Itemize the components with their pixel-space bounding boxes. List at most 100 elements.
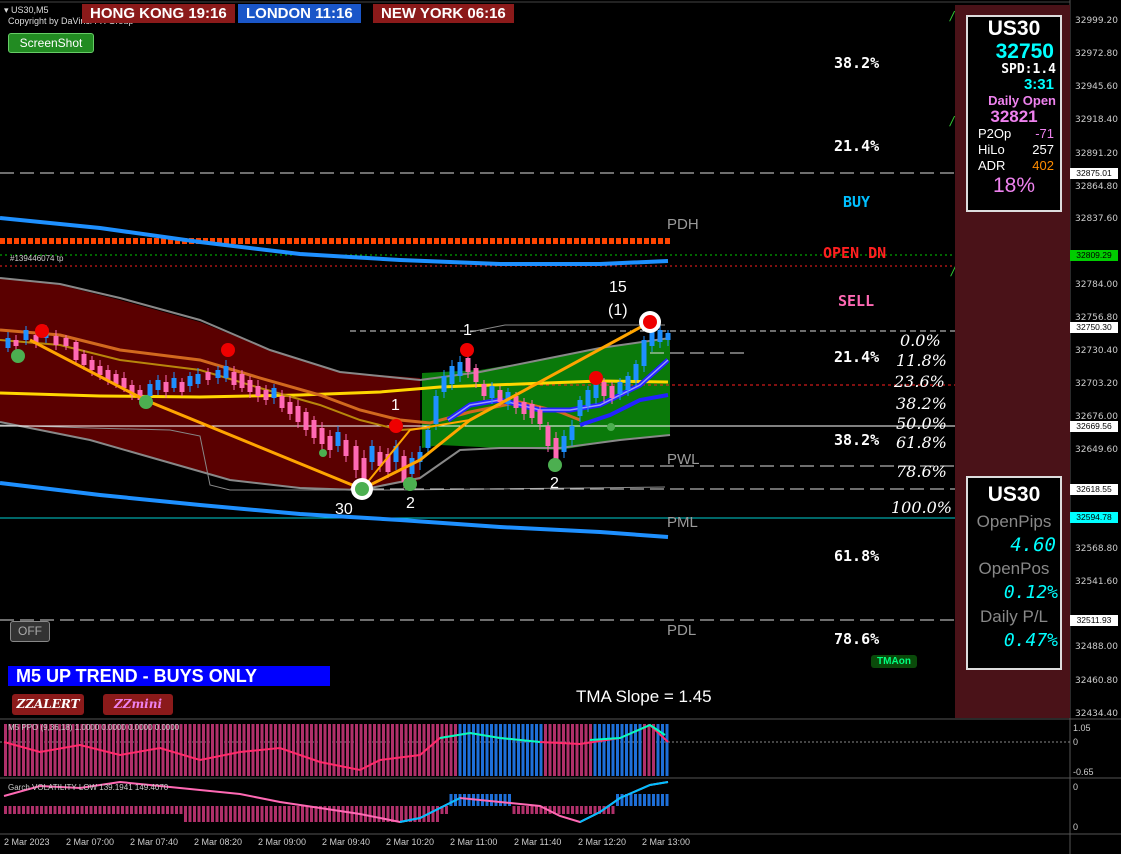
ppo-bar xyxy=(319,724,322,776)
fib-label: 11.8% xyxy=(896,351,947,370)
pdh-label: PDH xyxy=(667,216,699,233)
price-tick: 32750.30 xyxy=(1070,322,1118,333)
garch-bar xyxy=(373,806,376,822)
tma-slope-text: TMA Slope = 1.45 xyxy=(576,687,712,706)
ppo-bar xyxy=(400,724,403,776)
garch-bar xyxy=(238,806,241,822)
screenshot-button[interactable]: ScreenShot xyxy=(8,33,94,53)
garch-bar xyxy=(494,794,498,806)
garch-bar xyxy=(229,806,232,822)
garch-bar xyxy=(526,806,529,814)
garch-bar xyxy=(157,806,160,814)
pl-panel: US30 OpenPips 4.60 OpenPos 0.12% Daily P… xyxy=(966,476,1062,670)
zzalert-button[interactable]: ZZALERT xyxy=(12,694,84,715)
garch-bar xyxy=(134,806,138,814)
ppo-bar xyxy=(521,724,525,776)
garch-bar xyxy=(22,806,25,814)
ppo-bar xyxy=(494,724,498,776)
ppo-bar xyxy=(211,724,214,776)
garch-bar xyxy=(125,806,129,814)
candle-body xyxy=(577,400,583,416)
pct-label: 21.4% xyxy=(834,137,880,155)
order-label: #139446074 tp xyxy=(10,254,64,263)
garch-bar xyxy=(611,806,615,814)
candle-body xyxy=(335,432,341,446)
garch-bar xyxy=(179,806,183,814)
garch-bar xyxy=(301,806,304,822)
candle-body xyxy=(473,368,479,382)
ppo-bar xyxy=(454,724,457,776)
buy-signal-dot xyxy=(11,349,25,363)
candle-body xyxy=(13,340,19,346)
ppo-bar xyxy=(377,724,381,776)
garch-bar xyxy=(148,806,151,814)
adr-value: 402 xyxy=(1032,158,1054,173)
garch-bar xyxy=(449,794,453,806)
ppo-bar xyxy=(206,724,210,776)
zzmini-button[interactable]: ZZmini xyxy=(103,694,173,715)
garch-bar xyxy=(445,806,448,814)
candle-body xyxy=(457,362,463,376)
price-tick: 32784.00 xyxy=(1075,280,1118,290)
garch-bar xyxy=(98,806,102,814)
ppo-bar xyxy=(418,724,421,776)
zigzag-label: 2 xyxy=(550,475,559,492)
ppo-bar xyxy=(395,724,399,776)
price-tick: 32434.40 xyxy=(1075,709,1118,719)
candle-body xyxy=(205,372,211,380)
garch-bar xyxy=(215,806,219,822)
garch-bar xyxy=(557,806,561,814)
garch-bar xyxy=(44,806,48,814)
price-tick: 32618.55 xyxy=(1070,484,1118,495)
ppo-bar xyxy=(467,724,471,776)
candle-body xyxy=(53,336,59,345)
ppo-bar xyxy=(274,724,277,776)
garch-bar xyxy=(85,806,88,814)
garch-bar xyxy=(251,806,255,822)
daily-pl-value: 0.47% xyxy=(1003,630,1058,651)
candle-body xyxy=(449,366,455,384)
ppo-bar xyxy=(548,724,552,776)
info-price: 32750 xyxy=(995,40,1054,63)
ppo-bar xyxy=(440,724,444,776)
ppo-bar xyxy=(179,724,183,776)
garch-bar xyxy=(233,806,237,822)
open-dn-label: OPEN DN xyxy=(823,244,887,262)
sell-signal-dot xyxy=(589,371,603,385)
garch-bar xyxy=(206,806,210,822)
candle-body xyxy=(537,410,543,424)
candle-body xyxy=(81,354,87,365)
candle-body xyxy=(239,374,245,388)
fib-label: 61.8% xyxy=(896,433,947,452)
price-tick: 32649.60 xyxy=(1075,445,1118,455)
ppo-bar xyxy=(530,724,534,776)
ppo-bar xyxy=(310,724,313,776)
ppo-bar xyxy=(647,724,651,776)
candle-body xyxy=(155,380,161,390)
candle-body xyxy=(271,388,277,398)
ppo-bar xyxy=(665,724,669,776)
off-button[interactable]: OFF xyxy=(10,621,50,642)
candle-body xyxy=(641,340,647,366)
garch-bar xyxy=(422,806,426,822)
open-pips-label: OpenPips xyxy=(976,512,1052,531)
garch-bar xyxy=(517,806,520,814)
candle-body xyxy=(609,386,615,398)
pct-label: 78.6% xyxy=(834,630,880,648)
pct-label: 38.2% xyxy=(834,54,880,72)
ppo-bar xyxy=(404,724,408,776)
tmaon-button[interactable]: TMAon xyxy=(871,655,917,668)
garch-bar xyxy=(278,806,282,822)
time-tick: 2 Mar 07:40 xyxy=(130,837,179,847)
garch-bar xyxy=(593,806,597,814)
ppo-bar xyxy=(301,724,304,776)
ppo-bar xyxy=(386,724,390,776)
ppo-bar xyxy=(602,724,606,776)
garch-label: Garch VOLATILITY LOW 139.1941 149.4070 xyxy=(8,783,169,792)
open-pos-label: OpenPos xyxy=(978,559,1050,578)
garch-bar xyxy=(175,806,178,814)
ppo-bar xyxy=(224,724,228,776)
garch-bar xyxy=(17,806,21,814)
garch-bar xyxy=(665,794,669,806)
garch-bar xyxy=(337,806,340,822)
